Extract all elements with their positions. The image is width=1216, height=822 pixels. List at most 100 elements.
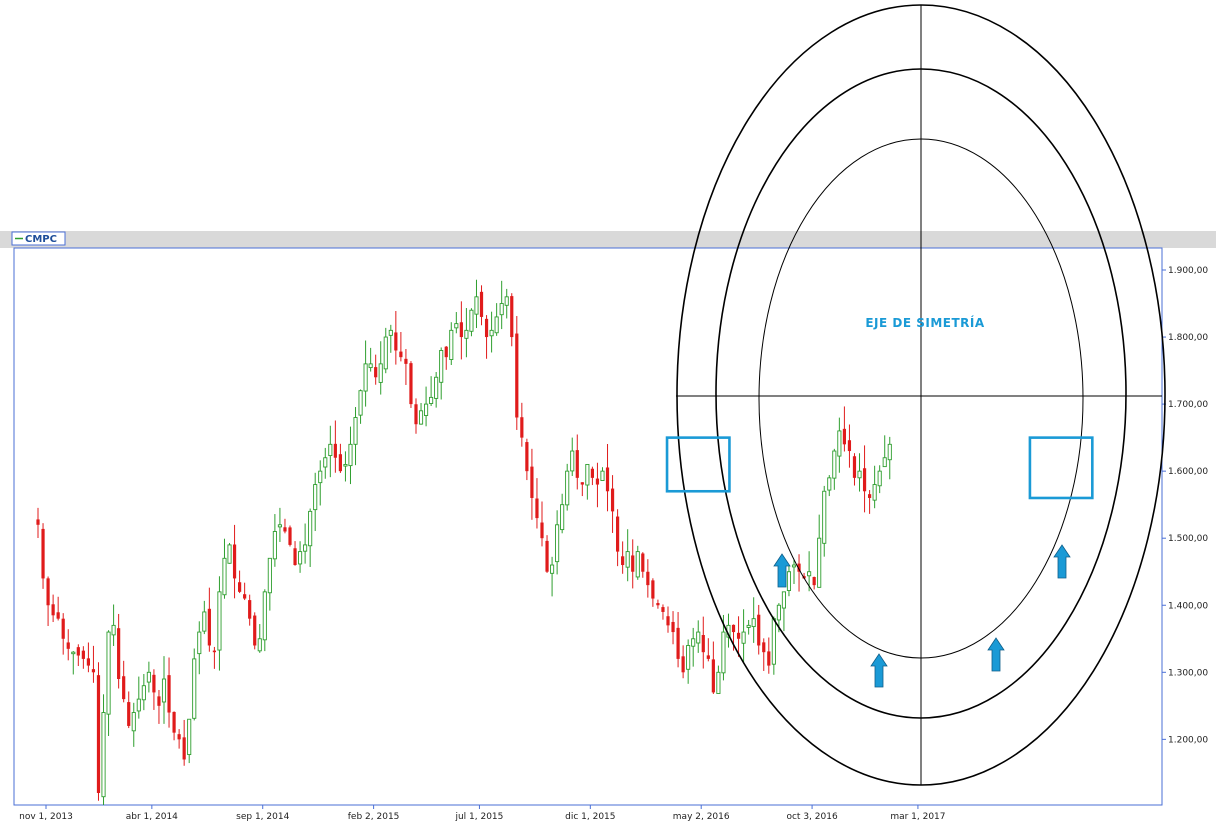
y-tick-label: 1.900,00 [1168, 266, 1208, 276]
candle-down [610, 488, 615, 512]
candle-down [868, 494, 872, 498]
candle-up [202, 611, 207, 632]
candle-down [172, 711, 176, 733]
candle-down [711, 659, 715, 693]
candle-up [434, 376, 439, 399]
y-tick-label: 1.800,00 [1168, 333, 1208, 343]
candle-down [510, 296, 514, 338]
candle-down [812, 577, 816, 586]
candle-up [277, 524, 282, 528]
candle-up [570, 450, 575, 472]
candle-up [555, 524, 560, 563]
candle-up [600, 470, 605, 481]
y-axis-ticks: 1.900,00 1.800,00 1.700,00 1.600,00 1.500,00… [1162, 266, 1208, 745]
candle-down [96, 675, 101, 793]
candle-up [565, 470, 570, 506]
candle-down [414, 404, 418, 425]
candle-down [459, 322, 463, 338]
candle-up [832, 450, 837, 479]
candle-down [590, 468, 594, 478]
candle-down [333, 443, 337, 458]
candle-down [535, 498, 539, 519]
candle-down [374, 367, 378, 378]
candle-up [857, 470, 862, 479]
candle-down [207, 608, 211, 646]
candle-down [36, 519, 40, 525]
candle-down [127, 702, 131, 726]
candle-up [272, 531, 277, 560]
candle-up [691, 638, 696, 647]
candle-up [106, 631, 111, 715]
candle-down [157, 696, 161, 706]
candle-down [842, 428, 846, 445]
candle-down [767, 651, 771, 666]
candle-up [781, 591, 786, 609]
candle-down [399, 351, 403, 358]
candle-up [550, 564, 555, 574]
candle-down [671, 621, 675, 633]
x-tick-label: dic 1, 2015 [565, 812, 615, 822]
candle-down [525, 442, 529, 472]
candle-down [580, 482, 584, 485]
candle-down [338, 454, 342, 472]
candle-down [621, 556, 625, 566]
candle-down [212, 650, 216, 653]
candle-down [545, 540, 549, 572]
candle-up [313, 484, 318, 511]
candle-down [283, 527, 287, 532]
candle-down [666, 616, 670, 626]
candle-up [368, 363, 373, 369]
candle-up [499, 303, 504, 316]
candle-up [474, 296, 479, 315]
x-tick-label: mar 1, 2017 [890, 812, 945, 822]
candle-down [616, 516, 620, 552]
candle-down [409, 363, 413, 405]
y-tick-label: 1.300,00 [1168, 668, 1208, 678]
candle-up [464, 329, 469, 339]
candle-up [771, 618, 776, 665]
candle-down [656, 603, 660, 606]
candle-up [721, 631, 726, 674]
candle-down [676, 627, 680, 659]
candle-up [388, 329, 393, 336]
candle-up [227, 544, 232, 564]
candle-up [776, 604, 781, 621]
candle-down [540, 522, 544, 539]
candle-down [515, 333, 519, 418]
candle-down [757, 614, 761, 646]
candle-down [248, 600, 252, 619]
candle-down [595, 478, 600, 485]
candle-up [222, 557, 227, 596]
candle-down [862, 468, 867, 492]
candle-up [837, 430, 842, 457]
candle-down [731, 624, 736, 633]
candle-down [152, 674, 156, 693]
candle-up [111, 624, 116, 636]
candle-up [635, 551, 640, 578]
y-tick-label: 1.500,00 [1168, 534, 1208, 544]
candle-down [61, 618, 65, 639]
candle-up [449, 329, 454, 360]
candle-up [872, 484, 877, 501]
candle-up [887, 443, 892, 461]
candle-up [786, 571, 792, 591]
candle-down [288, 527, 292, 545]
candle-up [494, 316, 499, 334]
candle-up [308, 510, 313, 547]
candle-down [394, 332, 398, 351]
candle-up [454, 323, 459, 329]
y-tick-label: 1.200,00 [1168, 735, 1208, 745]
candle-down [706, 655, 710, 659]
candle-up [298, 551, 303, 565]
candle-up [439, 350, 444, 383]
candle-up [187, 718, 192, 756]
candle-down [46, 578, 50, 606]
candle-up [192, 658, 197, 719]
legend[interactable]: CMPC [11, 231, 66, 246]
candle-up [791, 564, 797, 568]
candle-up [136, 698, 141, 712]
symmetry-axis-label: EJE DE SIMETRÍA [865, 315, 985, 330]
candle-up [585, 463, 590, 486]
candle-down [701, 635, 705, 653]
candle-down [167, 675, 171, 713]
